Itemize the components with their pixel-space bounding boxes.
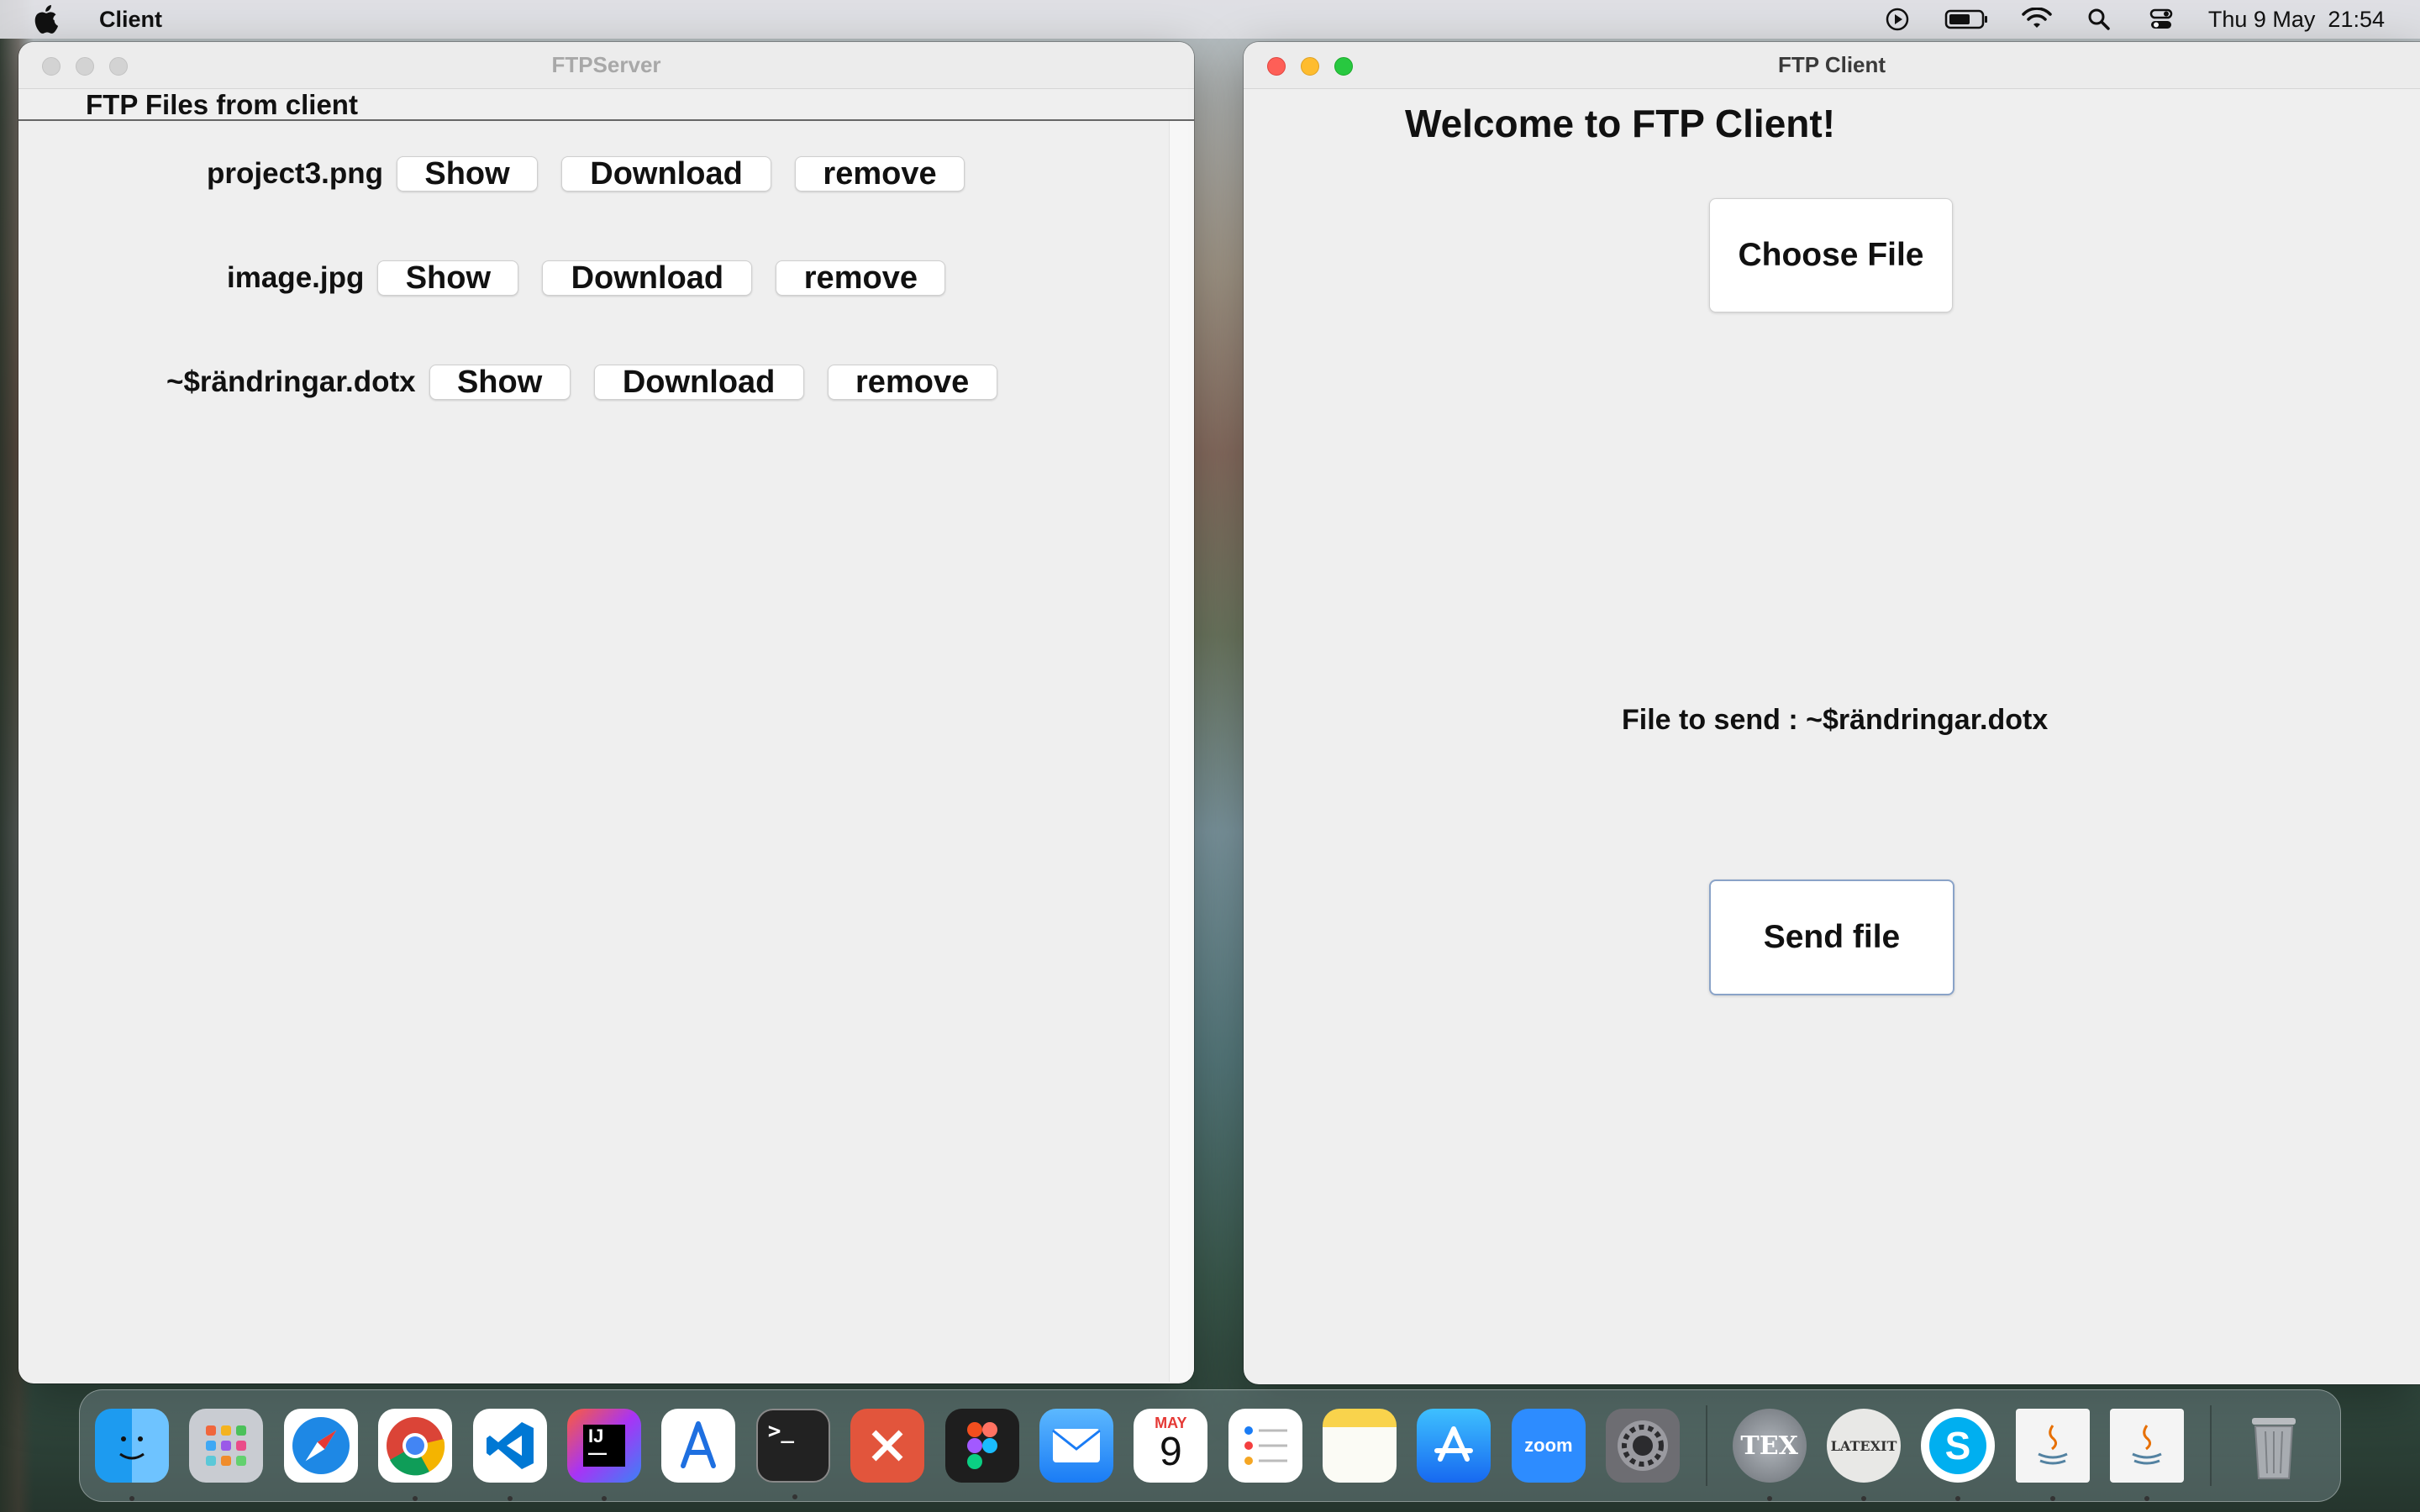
java-icon-2[interactable]	[2110, 1409, 2185, 1501]
show-button[interactable]: Show	[377, 260, 519, 296]
file-row: image.jpg Show Download remove	[227, 260, 969, 296]
minimize-icon[interactable]	[76, 57, 94, 76]
zoom-icon[interactable]: zoom	[1511, 1409, 1586, 1483]
remove-button[interactable]: remove	[795, 156, 965, 192]
trash-icon[interactable]	[2237, 1409, 2311, 1483]
app-store-icon[interactable]	[1417, 1409, 1491, 1483]
svg-text:S: S	[1945, 1424, 1971, 1467]
maximize-icon[interactable]	[1334, 57, 1353, 76]
remove-button[interactable]: remove	[776, 260, 946, 296]
latexit-label: LATEXIT	[1830, 1437, 1897, 1454]
show-button[interactable]: Show	[429, 365, 571, 400]
server-window-title: FTPServer	[551, 52, 661, 77]
reminders-icon[interactable]	[1228, 1409, 1302, 1483]
calendar-icon[interactable]: MAY 9	[1134, 1409, 1208, 1483]
welcome-heading: Welcome to FTP Client!	[1405, 102, 1836, 145]
active-app-name[interactable]: Client	[99, 7, 162, 33]
ftp-client-window: FTP Client Welcome to FTP Client! Choose…	[1244, 42, 2420, 1384]
mail-icon[interactable]	[1039, 1409, 1113, 1483]
vscode-icon[interactable]	[472, 1409, 547, 1501]
menu-bar: Client Thu 9 May 21:54	[0, 0, 2420, 39]
dock-separator	[2209, 1405, 2212, 1486]
server-header: FTP Files from client	[18, 89, 1194, 121]
file-name: image.jpg	[227, 261, 365, 294]
remote-desktop-icon[interactable]	[850, 1409, 925, 1483]
remove-button[interactable]: remove	[827, 365, 997, 400]
calendar-day: 9	[1159, 1429, 1182, 1474]
close-icon[interactable]	[1267, 57, 1286, 76]
client-titlebar[interactable]: FTP Client	[1244, 42, 2420, 89]
battery-icon[interactable]	[1944, 7, 1990, 32]
send-file-button[interactable]: Send file	[1709, 879, 1954, 995]
skype-icon[interactable]: S	[1921, 1409, 1996, 1501]
download-button[interactable]: Download	[542, 260, 753, 296]
show-button[interactable]: Show	[397, 156, 539, 192]
tex-icon[interactable]: TEX	[1732, 1409, 1807, 1501]
maximize-icon[interactable]	[109, 57, 128, 76]
safari-icon[interactable]	[283, 1409, 358, 1483]
figma-icon[interactable]	[944, 1409, 1019, 1483]
file-name: project3.png	[207, 157, 384, 190]
server-titlebar[interactable]: FTPServer	[18, 42, 1194, 89]
file-to-send-label: File to send : ~$rändringar.dotx	[1622, 704, 2049, 736]
file-name: ~$rändringar.dotx	[166, 365, 416, 398]
spotlight-search-icon[interactable]	[2084, 7, 2114, 32]
download-button[interactable]: Download	[593, 365, 804, 400]
dock: IJ — >_ MAY 9 zoom TEX LATEXIT S	[79, 1389, 2341, 1502]
intellij-icon[interactable]: IJ —	[566, 1409, 641, 1501]
download-button[interactable]: Download	[561, 156, 772, 192]
instruments-icon[interactable]	[661, 1409, 736, 1483]
latexit-icon[interactable]: LATEXIT	[1827, 1409, 1902, 1501]
wifi-icon[interactable]	[2022, 7, 2052, 32]
chrome-icon[interactable]	[378, 1409, 453, 1501]
file-row: project3.png Show Download remove	[207, 156, 988, 192]
terminal-icon[interactable]: >_	[755, 1409, 830, 1499]
apple-logo-icon[interactable]	[34, 5, 59, 34]
dock-separator	[1705, 1405, 1707, 1486]
java-icon[interactable]	[2015, 1409, 2090, 1501]
server-file-list: project3.png Show Download remove image.…	[18, 121, 1194, 1382]
tex-label: TEX	[1740, 1431, 1798, 1461]
choose-file-button[interactable]: Choose File	[1709, 198, 1953, 312]
control-center-icon[interactable]	[2146, 7, 2176, 32]
ftp-server-window: FTPServer FTP Files from client project3…	[18, 42, 1194, 1383]
finder-icon[interactable]	[95, 1409, 169, 1501]
launchpad-icon[interactable]	[189, 1409, 264, 1483]
menubar-clock[interactable]: Thu 9 May 21:54	[2208, 7, 2385, 33]
zoom-label: zoom	[1524, 1435, 1573, 1456]
minimize-icon[interactable]	[1301, 57, 1319, 76]
notes-icon[interactable]	[1323, 1409, 1397, 1483]
client-window-title: FTP Client	[1777, 52, 1886, 77]
media-play-icon[interactable]	[1882, 7, 1912, 32]
scrollbar[interactable]	[1169, 121, 1194, 1382]
file-row: ~$rändringar.dotx Show Download remove	[166, 365, 1021, 400]
close-icon[interactable]	[42, 57, 60, 76]
system-settings-icon[interactable]	[1606, 1409, 1681, 1483]
